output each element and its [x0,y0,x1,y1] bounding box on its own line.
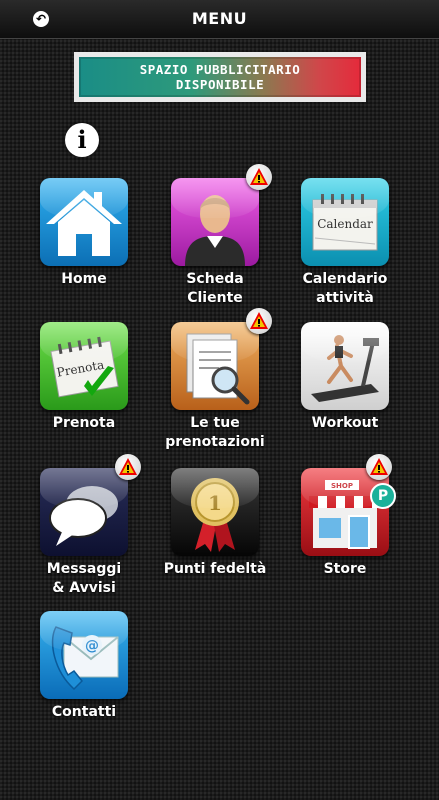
ad-banner[interactable]: SPAZIO PUBBLICITARIO DISPONIBILE [74,52,366,102]
document-search-icon [171,322,259,410]
tile-calendario-label: Calendario attività [292,270,398,308]
label-line1: Messaggi [46,561,122,577]
warning-icon [115,454,141,480]
top-bar: ↶ MENU [0,0,439,39]
tile-messaggi[interactable]: Messaggi & Avvisi [31,454,141,598]
ad-banner-content: SPAZIO PUBBLICITARIO DISPONIBILE [79,57,361,97]
label-line2: Cliente [187,290,243,306]
calendar-icon: Calendar [301,178,389,266]
warning-icon [366,454,392,480]
tile-le-tue-prenotazioni[interactable]: Le tue prenotazioni [162,308,272,452]
warning-icon [246,164,272,190]
calendar-icon-text: Calendar [317,217,373,231]
tile-store-label: Store [323,561,367,577]
tile-scheda-cliente-label: Scheda Cliente [162,270,268,308]
booking-calendar-icon: Prenota [40,322,128,410]
ad-banner-line1: SPAZIO PUBBLICITARIO [139,62,301,77]
tile-contatti[interactable]: @ Contatti [31,611,137,722]
label-line2: & Avvisi [52,580,116,596]
tile-workout[interactable]: Workout [292,322,398,433]
home-icon [40,178,128,266]
treadmill-icon [301,322,389,410]
label-line2: attività [316,290,374,306]
contact-mail-icon: @ [40,611,128,699]
tile-messaggi-label: Messaggi & Avvisi [31,560,137,598]
shop-icon: SHOP [301,468,389,556]
tile-le-tue-prenotazioni-label: Le tue prenotazioni [162,414,268,452]
label-line1: Scheda [186,271,244,287]
label-line1: Calendario [302,271,388,287]
page-title: MENU [191,9,248,28]
award-ribbon-icon: 1 [171,468,259,556]
tile-home[interactable]: Home [31,178,137,289]
tile-contatti-label: Contatti [51,704,117,720]
label-line1: Le tue [190,415,240,431]
tile-prenota[interactable]: Prenota Prenota [31,322,137,433]
user-profile-icon [171,178,259,266]
tile-workout-label: Workout [311,415,379,431]
tile-prenota-label: Prenota [52,415,116,431]
chat-bubbles-icon [40,468,128,556]
tile-punti-fedelta-label: Punti fedeltà [163,561,267,577]
parking-badge-icon: P [370,483,396,509]
tile-scheda-cliente[interactable]: Scheda Cliente [162,164,272,308]
tile-home-label: Home [61,271,107,287]
shop-icon-text: SHOP [331,482,353,490]
tile-calendario[interactable]: Calendar Calendario attività [292,178,398,308]
contact-icon-text: @ [85,638,99,654]
tile-store[interactable]: SHOP P Store [292,454,398,579]
warning-icon [246,308,272,334]
tile-punti-fedelta[interactable]: 1 Punti fedeltà [162,468,268,579]
label-line2: prenotazioni [165,434,265,450]
info-button[interactable]: i [65,123,99,157]
svg-text:1: 1 [208,491,222,515]
ad-banner-line2: DISPONIBILE [175,77,265,92]
